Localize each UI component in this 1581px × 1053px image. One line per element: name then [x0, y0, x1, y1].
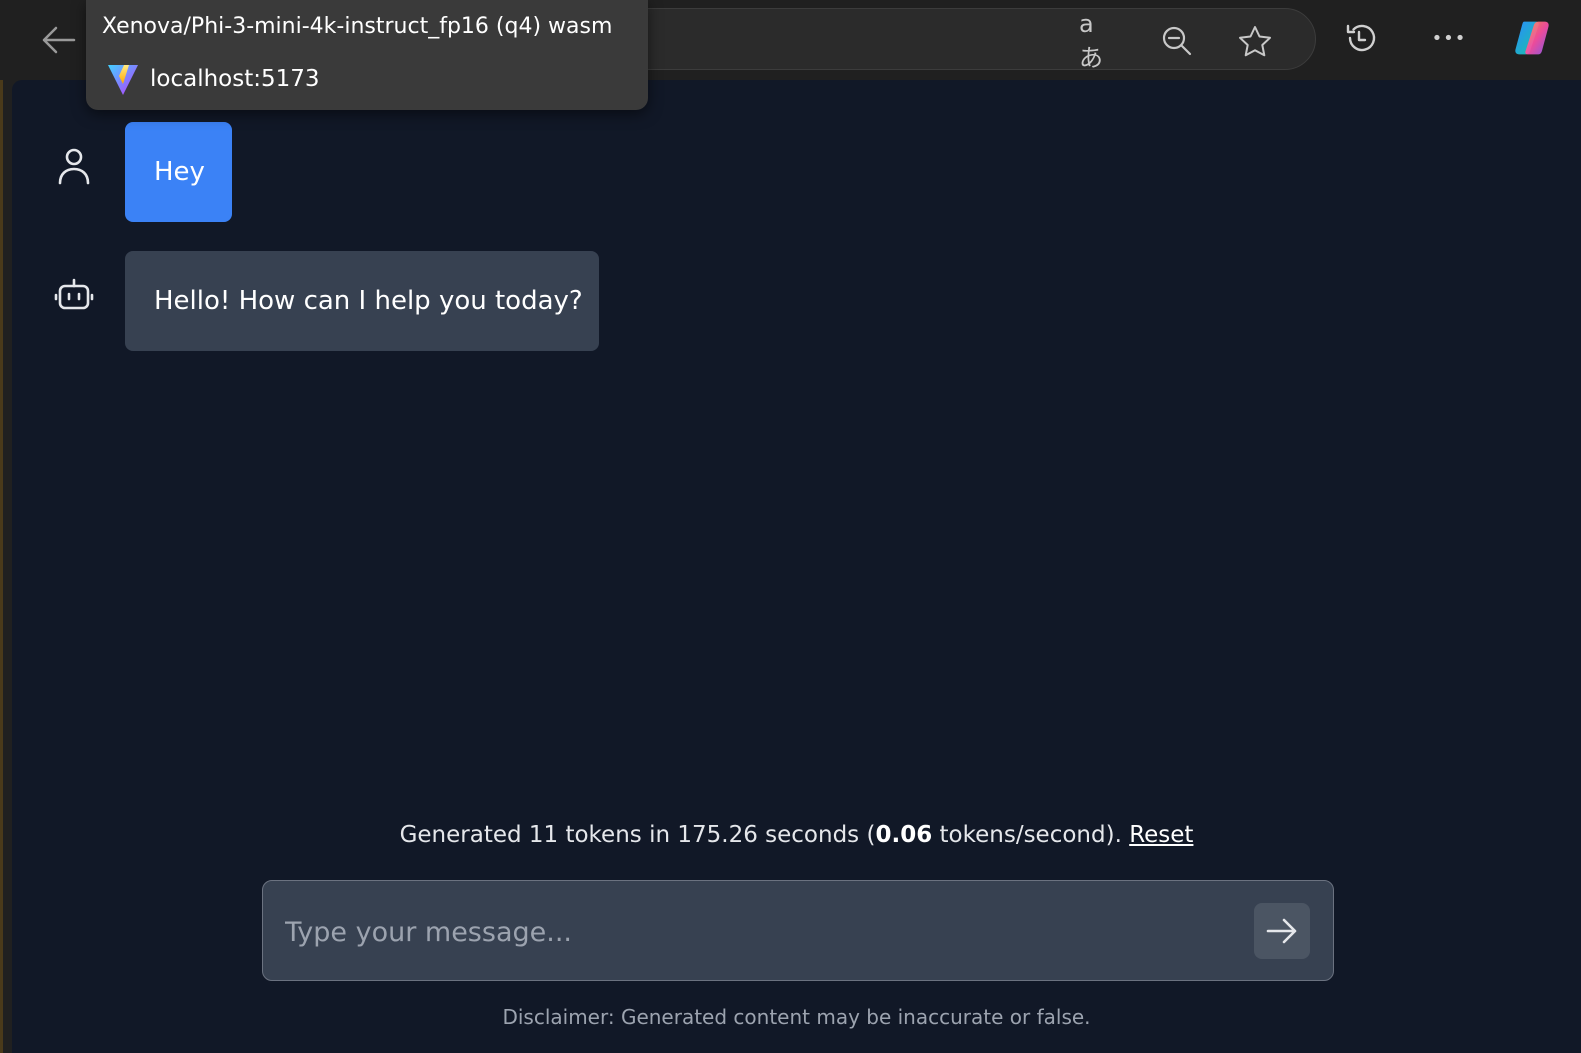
- assistant-message-text: Hello! How can I help you today?: [154, 286, 583, 316]
- zoom-out-button[interactable]: [1159, 26, 1195, 56]
- tooltip-url-row: localhost:5173: [106, 62, 320, 96]
- history-button[interactable]: [1342, 18, 1382, 58]
- user-avatar: [54, 146, 94, 186]
- stats-suffix: tokens/second).: [932, 822, 1122, 848]
- translate-button[interactable]: aあ: [1079, 10, 1115, 72]
- message-input[interactable]: [283, 909, 1227, 955]
- back-arrow-icon: [42, 26, 76, 54]
- history-icon: [1346, 24, 1376, 52]
- disclaimer-text: Disclaimer: Generated content may be ina…: [502, 1005, 1091, 1029]
- browser-window: aあ ••• Xenova/Phi-3-mini-4k-instruct_fp1…: [0, 0, 1581, 1053]
- more-options-button[interactable]: •••: [1429, 18, 1469, 58]
- message-composer: [262, 880, 1334, 981]
- tokens-per-second: 0.06: [875, 822, 933, 848]
- tab-hover-tooltip: Xenova/Phi-3-mini-4k-instruct_fp16 (q4) …: [86, 0, 648, 110]
- send-button[interactable]: [1254, 903, 1310, 959]
- chat-page: Hey Hello! How can I help you today? Gen…: [12, 80, 1581, 1053]
- user-icon: [58, 148, 90, 185]
- generation-stats: Generated 11 tokens in 175.26 seconds (0…: [12, 822, 1581, 848]
- robot-icon: [54, 278, 94, 310]
- copilot-button[interactable]: [1512, 18, 1552, 58]
- favorite-button[interactable]: [1237, 26, 1273, 57]
- zoom-out-icon: [1162, 26, 1192, 56]
- bot-avatar: [54, 275, 94, 315]
- arrow-right-icon: [1266, 918, 1297, 944]
- vite-logo-icon: [108, 65, 138, 95]
- stats-prefix: Generated 11 tokens in 175.26 seconds (: [399, 822, 876, 848]
- tooltip-title: Xenova/Phi-3-mini-4k-instruct_fp16 (q4) …: [102, 14, 613, 39]
- address-bar[interactable]: aあ: [600, 8, 1316, 72]
- tooltip-url: localhost:5173: [150, 66, 320, 92]
- favorite-star-icon: [1239, 26, 1271, 57]
- copilot-icon: [1515, 21, 1549, 55]
- back-button[interactable]: [36, 20, 80, 60]
- user-message-text: Hey: [154, 157, 205, 187]
- more-options-icon: •••: [1431, 27, 1467, 49]
- assistant-message-bubble: Hello! How can I help you today?: [125, 251, 599, 351]
- reset-link[interactable]: Reset: [1129, 822, 1193, 848]
- user-message-bubble: Hey: [125, 122, 232, 222]
- window-edge: [0, 0, 3, 1053]
- translate-icon: aあ: [1079, 9, 1103, 72]
